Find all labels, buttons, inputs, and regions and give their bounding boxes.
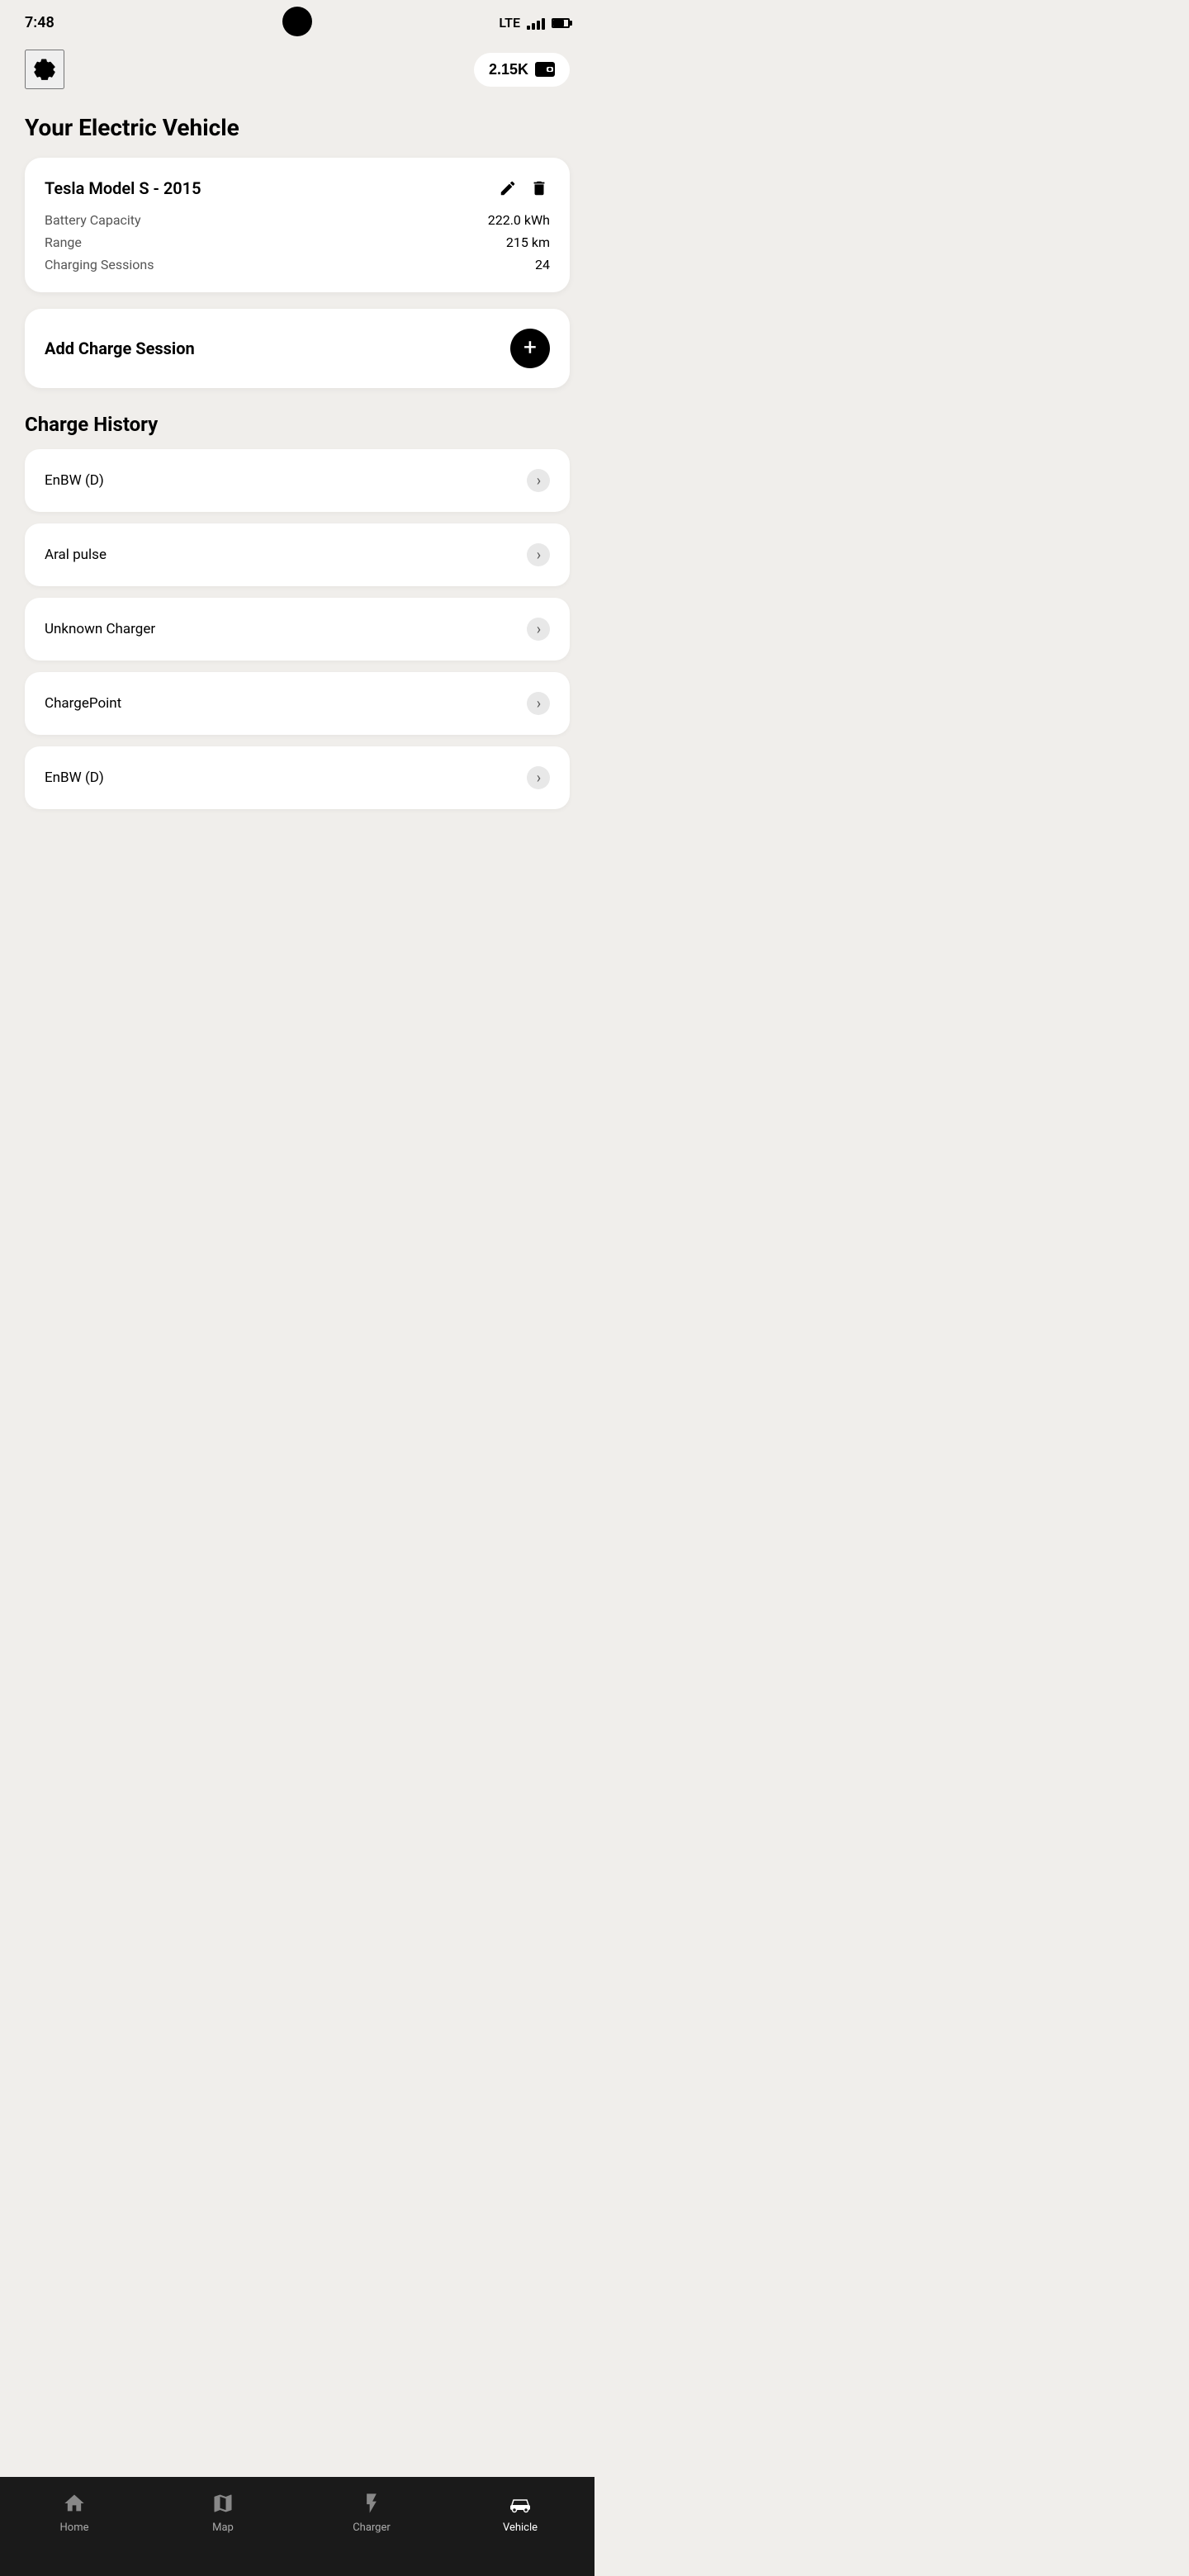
nav-label: Vehicle [503, 2522, 538, 2534]
nav-label: Home [60, 2522, 89, 2534]
camera-notch [282, 7, 312, 36]
chevron-right-icon [527, 766, 550, 789]
nav-item-home[interactable]: Home [0, 2490, 149, 2534]
history-item[interactable]: EnBW (D) [25, 449, 570, 512]
wallet-amount: 2.15K [489, 61, 528, 78]
vehicle-card-header: Tesla Model S - 2015 [45, 178, 550, 199]
add-session-label: Add Charge Session [45, 339, 195, 358]
add-session-card[interactable]: Add Charge Session + [25, 309, 570, 388]
home-icon [61, 2490, 88, 2517]
page-title: Your Electric Vehicle [25, 114, 570, 141]
plus-icon: + [523, 336, 537, 359]
nav-item-map[interactable]: Map [149, 2490, 297, 2534]
chevron-right-icon [527, 543, 550, 566]
battery-icon [552, 18, 570, 28]
wallet-icon [535, 62, 555, 77]
battery-capacity-value: 222.0 kWh [488, 212, 550, 228]
history-item[interactable]: ChargePoint [25, 672, 570, 735]
vehicle-actions [497, 178, 550, 199]
range-value: 215 km [506, 234, 550, 250]
nav-item-charger[interactable]: Charger [297, 2490, 446, 2534]
charging-sessions-label: Charging Sessions [45, 257, 154, 272]
chevron-right-icon [527, 618, 550, 641]
map-icon [210, 2490, 236, 2517]
range-row: Range 215 km [45, 234, 550, 250]
lte-label: LTE [499, 15, 520, 31]
chevron-right-icon [527, 469, 550, 492]
history-item-label: Aral pulse [45, 547, 107, 563]
history-item[interactable]: EnBW (D) [25, 746, 570, 809]
trash-icon [530, 179, 548, 197]
vehicle-icon [507, 2490, 533, 2517]
add-session-button[interactable]: + [510, 329, 550, 368]
charge-history-list: EnBW (D) Aral pulse Unknown Charger Char… [25, 449, 570, 809]
nav-label: Map [212, 2522, 234, 2534]
history-item-label: EnBW (D) [45, 472, 104, 489]
delete-vehicle-button[interactable] [528, 178, 550, 199]
charging-sessions-value: 24 [535, 257, 550, 272]
main-content: Your Electric Vehicle Tesla Model S - 20… [0, 97, 594, 925]
gear-icon [31, 56, 58, 83]
status-time: 7:48 [25, 14, 54, 31]
app-header: 2.15K [0, 41, 594, 97]
history-item-label: ChargePoint [45, 695, 121, 712]
history-item-label: Unknown Charger [45, 621, 155, 637]
range-label: Range [45, 234, 82, 250]
charger-icon [358, 2490, 385, 2517]
signal-icon [527, 17, 545, 30]
chevron-right-icon [527, 692, 550, 715]
edit-icon [499, 179, 517, 197]
history-item-label: EnBW (D) [45, 769, 104, 786]
wallet-button[interactable]: 2.15K [474, 53, 570, 87]
battery-capacity-row: Battery Capacity 222.0 kWh [45, 212, 550, 228]
nav-item-vehicle[interactable]: Vehicle [446, 2490, 594, 2534]
battery-capacity-label: Battery Capacity [45, 212, 141, 228]
history-item[interactable]: Unknown Charger [25, 598, 570, 661]
bottom-nav: Home Map Charger Vehicle [0, 2477, 594, 2576]
charging-sessions-row: Charging Sessions 24 [45, 257, 550, 272]
history-item[interactable]: Aral pulse [25, 523, 570, 586]
nav-label: Charger [353, 2522, 391, 2534]
status-right: LTE [499, 15, 570, 31]
edit-vehicle-button[interactable] [497, 178, 519, 199]
vehicle-details: Battery Capacity 222.0 kWh Range 215 km … [45, 212, 550, 272]
settings-button[interactable] [25, 50, 64, 89]
vehicle-name: Tesla Model S - 2015 [45, 178, 201, 198]
vehicle-card: Tesla Model S - 2015 Battery Capacity 22… [25, 158, 570, 292]
charge-history-title: Charge History [25, 413, 570, 436]
